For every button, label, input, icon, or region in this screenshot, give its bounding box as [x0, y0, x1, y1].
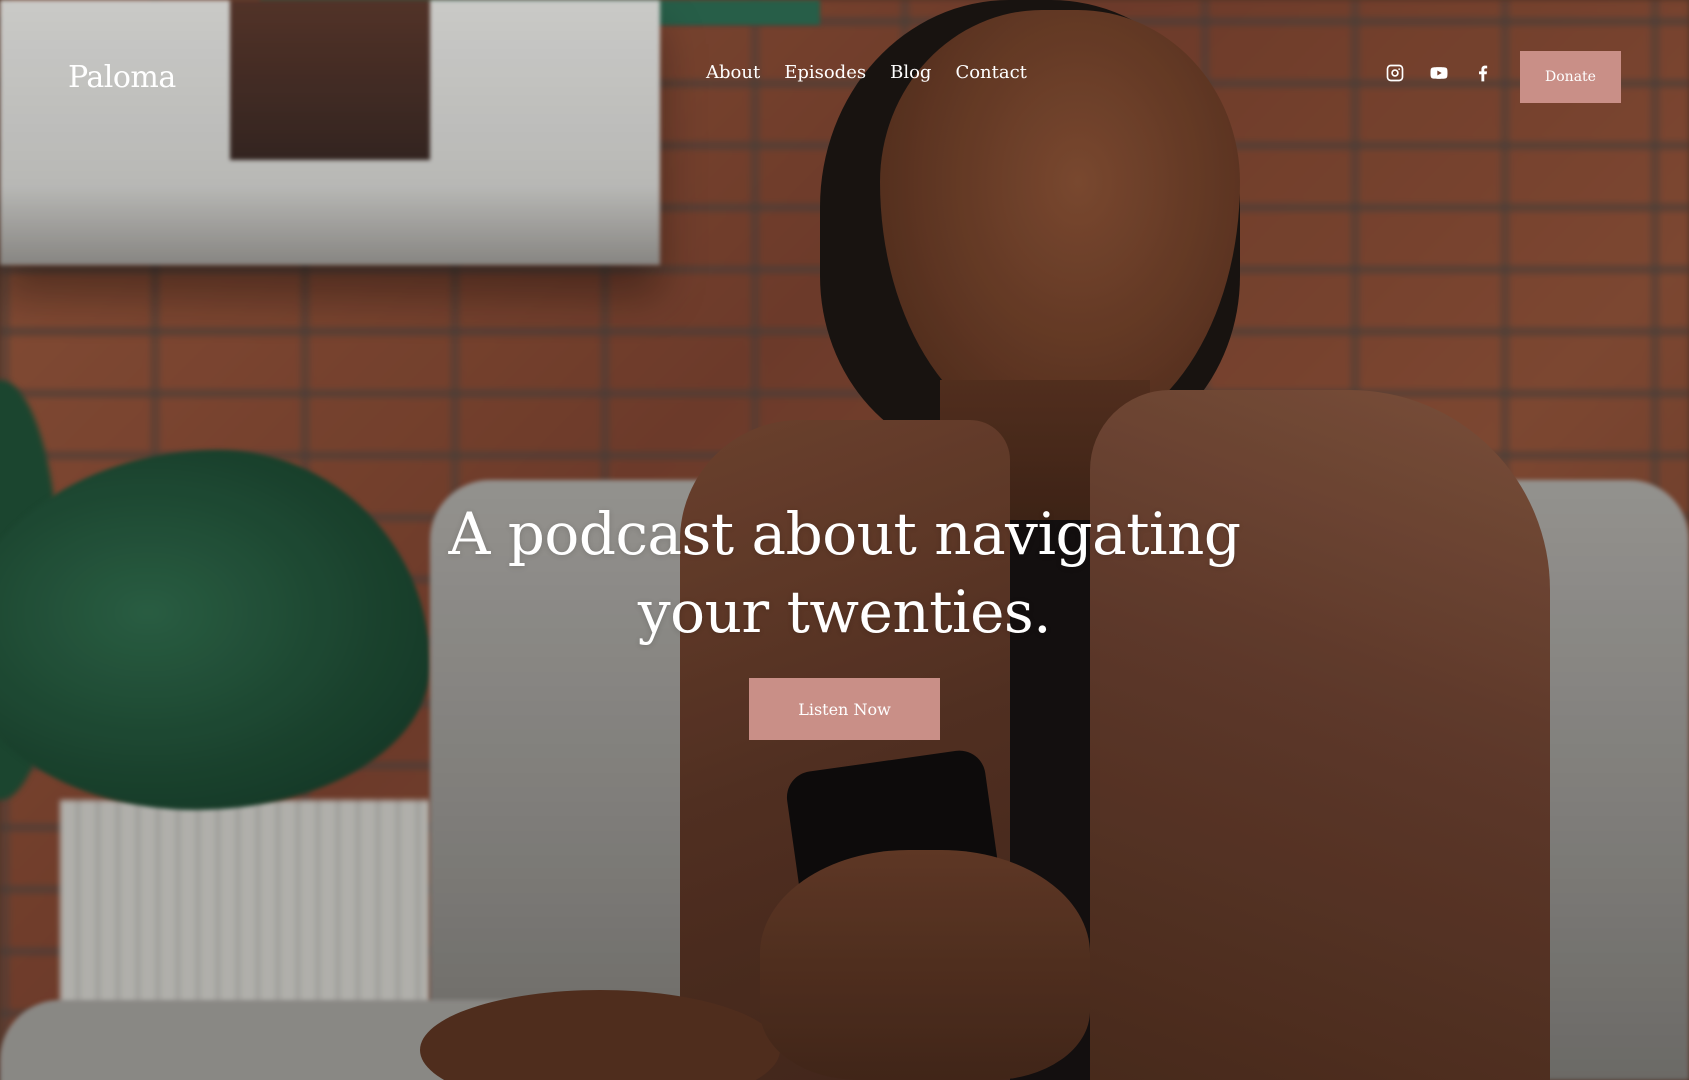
listen-now-button[interactable]: Listen Now — [749, 678, 940, 740]
social-links — [1384, 62, 1494, 84]
facebook-icon[interactable] — [1472, 62, 1494, 84]
site-logo[interactable]: Paloma — [68, 60, 176, 95]
site-header: Paloma About Episodes Blog Contact Donat… — [0, 0, 1689, 155]
nav-link-episodes[interactable]: Episodes — [784, 62, 866, 83]
nav-link-blog[interactable]: Blog — [890, 62, 931, 83]
instagram-icon[interactable] — [1384, 62, 1406, 84]
nav-link-about[interactable]: About — [706, 62, 760, 83]
main-nav: About Episodes Blog Contact — [706, 62, 1027, 83]
hero-title-line-2: your twenties. — [637, 578, 1052, 646]
hero-title: A podcast about navigating your twenties… — [0, 495, 1689, 651]
youtube-icon[interactable] — [1428, 62, 1450, 84]
nav-link-contact[interactable]: Contact — [955, 62, 1026, 83]
donate-button[interactable]: Donate — [1520, 51, 1621, 103]
hero-title-line-1: A podcast about navigating — [448, 500, 1241, 568]
